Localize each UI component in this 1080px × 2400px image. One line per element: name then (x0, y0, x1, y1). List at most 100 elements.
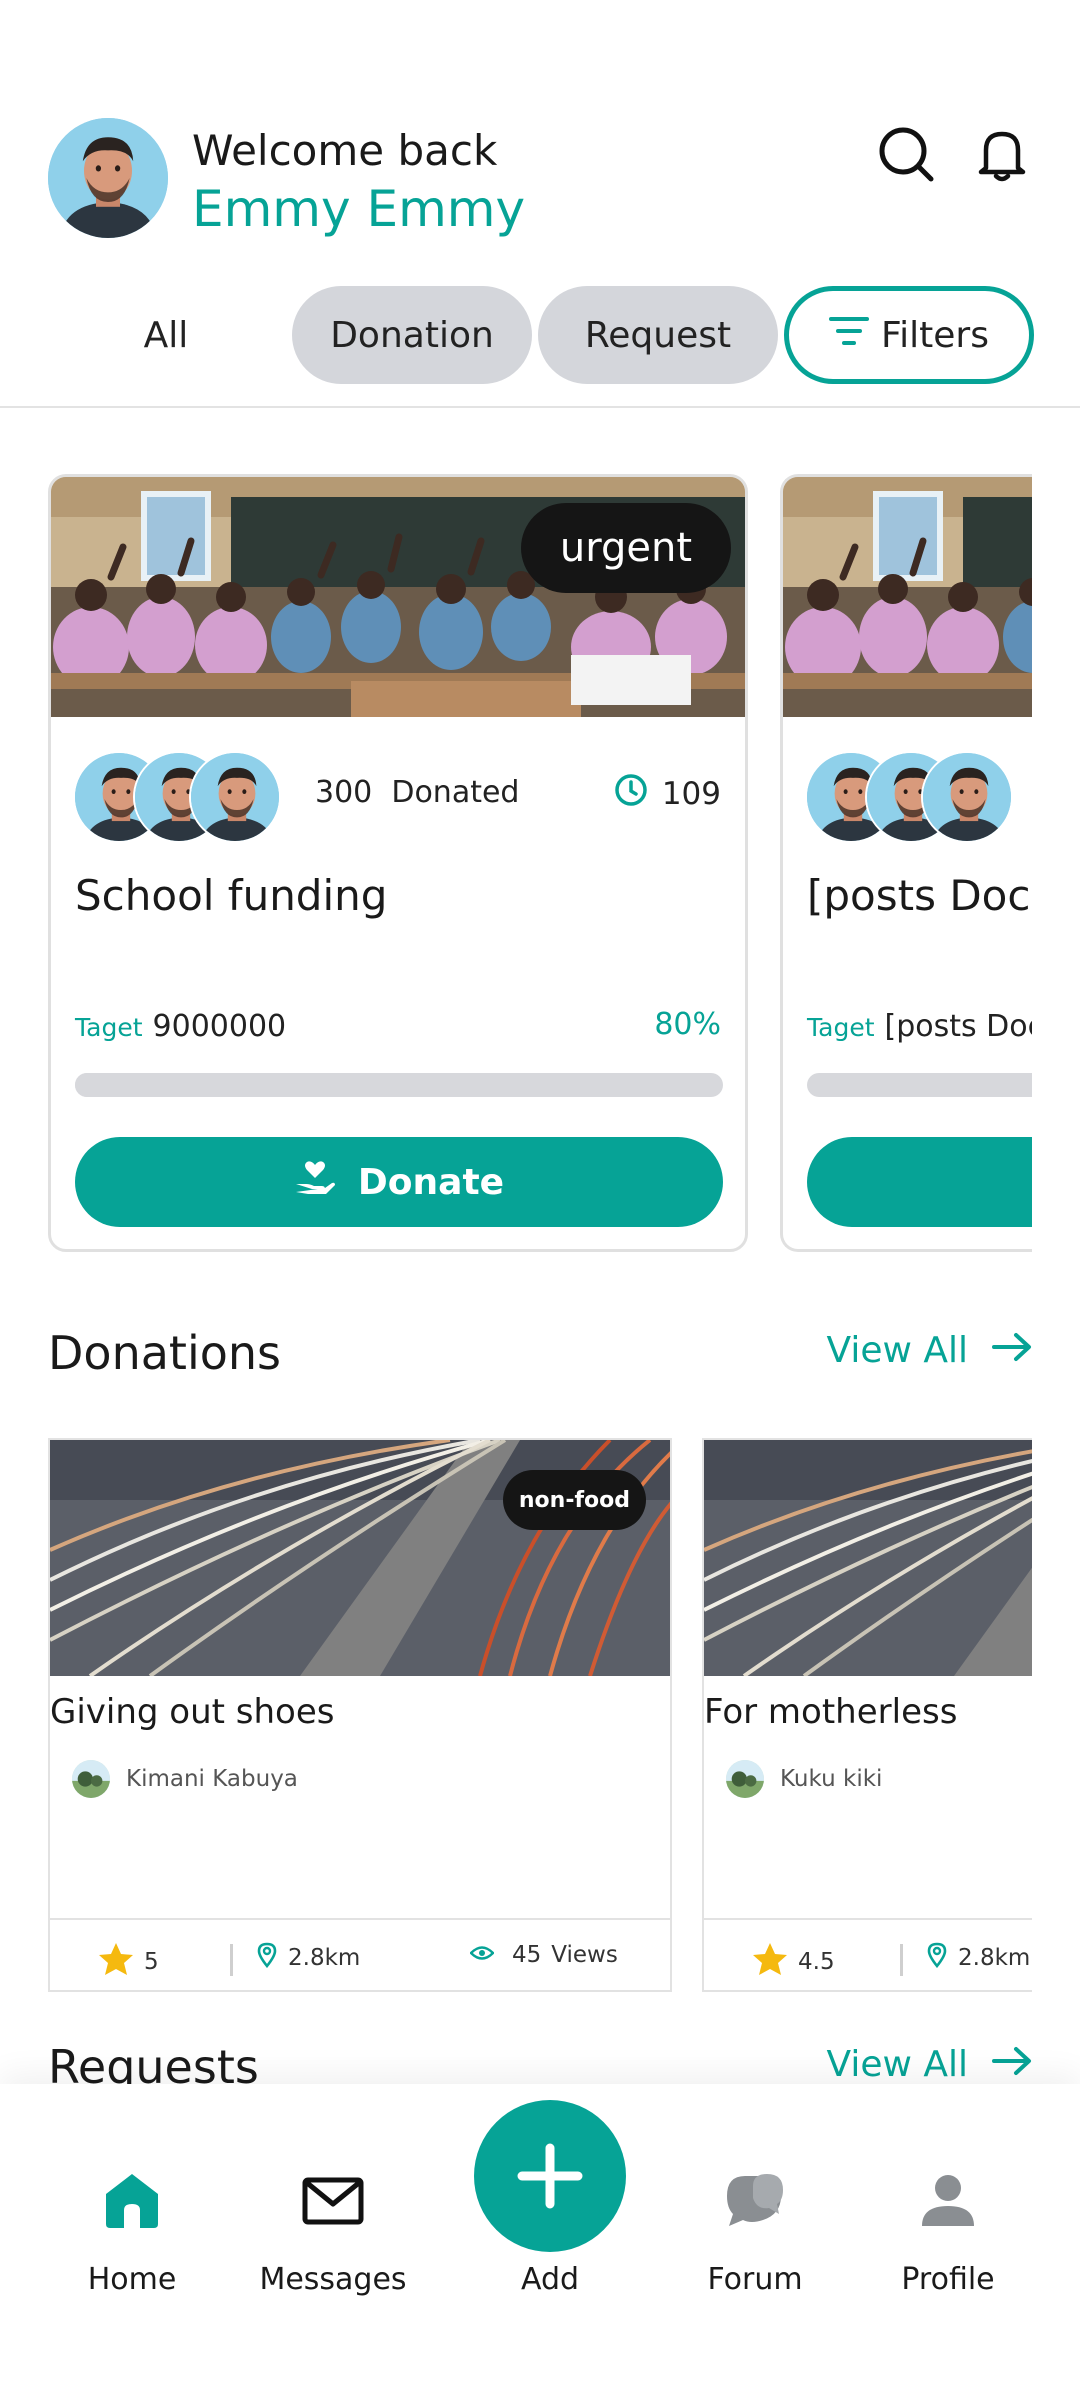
bottom-navigation: Home Messages Add Forum Profile (0, 2084, 1080, 2400)
donated-label: Donated (391, 775, 520, 810)
target-label: Taget (807, 1013, 875, 1042)
donate-button[interactable]: Donate (75, 1137, 723, 1227)
view-all-label: View All (826, 2044, 968, 2085)
distance-value: 2.8km (958, 1945, 1031, 1971)
location-pin-icon (926, 1942, 948, 1974)
donations-title: Donations (48, 1326, 281, 1380)
donor-avatar (726, 1760, 764, 1798)
donor-avatar (72, 1760, 110, 1798)
donation-title: For motherless (704, 1692, 958, 1732)
donation-stats: 4.5 2.8km (752, 1942, 1030, 1982)
campaign-title: School funding (75, 871, 388, 920)
target-value: 9000000 (152, 1009, 287, 1044)
requests-view-all[interactable]: View All (826, 2044, 1032, 2085)
campaign-card[interactable]: urgent 300 Donated 109 School funding Ta… (48, 474, 748, 1252)
donate-hand-icon (294, 1158, 336, 1207)
campaign-image (783, 477, 1032, 717)
stat-divider (230, 1944, 233, 1976)
rating: 5 (98, 1942, 159, 1982)
star-icon (752, 1942, 788, 1982)
welcome-text: Welcome back (192, 126, 498, 175)
category-tag: non-food (502, 1470, 646, 1530)
donate-label: Donate (357, 1161, 505, 1203)
donated-count: 300 (315, 775, 373, 810)
campaign-progress-bar (75, 1073, 723, 1097)
donation-card[interactable]: For motherless Kuku kiki 4.5 2.8km (702, 1438, 1032, 1992)
distance: 2.8km (926, 1942, 1030, 1974)
filter-tabs: All Donation Request Filters (48, 286, 1034, 384)
tab-donation[interactable]: Donation (292, 286, 532, 384)
envelope-icon (302, 2177, 364, 2225)
header: Welcome back Emmy Emmy (48, 118, 1032, 242)
days-left: 109 (614, 773, 721, 815)
campaign-percent: 80% (654, 1007, 721, 1042)
card-divider (50, 1918, 670, 1920)
arrow-right-icon (992, 2044, 1032, 2085)
add-button[interactable] (474, 2100, 626, 2252)
views-label: Views (551, 1942, 618, 1968)
donor-avatars (805, 751, 1025, 843)
donate-button[interactable] (807, 1137, 1032, 1227)
filters-button[interactable]: Filters (784, 286, 1034, 384)
donated-info: 300 Donated (315, 775, 519, 810)
person-icon (922, 2175, 974, 2226)
target-label: Taget (75, 1013, 143, 1042)
donations-view-all[interactable]: View All (826, 1330, 1032, 1371)
campaign-card[interactable]: [posts Docu Taget [posts Docu (780, 474, 1032, 1252)
nav-forum-label: Forum (707, 2262, 803, 2297)
nav-messages-label: Messages (259, 2262, 407, 2297)
chat-bubbles-icon (727, 2174, 783, 2226)
location-pin-icon (256, 1942, 278, 1974)
days-left-value: 109 (661, 776, 721, 812)
header-divider (0, 406, 1080, 408)
donor-name: Kuku kiki (780, 1766, 883, 1792)
home-icon (106, 2174, 158, 2228)
rating: 4.5 (752, 1942, 835, 1982)
donation-image (704, 1440, 1032, 1676)
donation-card[interactable]: non-food Giving out shoes Kimani Kabuya … (48, 1438, 672, 1992)
filters-label: Filters (881, 314, 989, 356)
urgent-badge: urgent (521, 503, 731, 593)
distance-value: 2.8km (288, 1945, 361, 1971)
nav-home[interactable]: Home (72, 2084, 192, 2400)
plus-icon (517, 2143, 583, 2209)
eye-icon (469, 1942, 495, 1968)
campaign-progress-bar (807, 1073, 1032, 1097)
tab-request[interactable]: Request (538, 286, 778, 384)
donation-stats: 5 2.8km 45 Views (98, 1942, 622, 1982)
donor-avatar (189, 751, 281, 843)
search-icon[interactable] (876, 124, 936, 184)
view-all-label: View All (826, 1330, 968, 1371)
views-count: 45 (512, 1942, 542, 1968)
campaign-target: Taget [posts Docu (807, 1009, 1032, 1044)
clock-icon (614, 773, 648, 815)
arrow-right-icon (992, 1330, 1032, 1371)
donor-info: Kimani Kabuya (72, 1760, 298, 1798)
distance: 2.8km (256, 1942, 360, 1974)
donor-info: Kuku kiki (726, 1760, 882, 1798)
user-name: Emmy Emmy (192, 180, 526, 238)
nav-forum[interactable]: Forum (700, 2084, 810, 2400)
nav-profile[interactable]: Profile (892, 2084, 1004, 2400)
donor-avatar (921, 751, 1013, 843)
nav-add[interactable]: Add (474, 2084, 626, 2400)
campaign-title: [posts Docu (807, 871, 1032, 920)
star-icon (98, 1942, 134, 1982)
filter-icon (829, 315, 870, 356)
nav-add-label: Add (520, 2262, 580, 2297)
tab-all[interactable]: All (48, 286, 284, 384)
donor-name: Kimani Kabuya (126, 1766, 298, 1792)
campaign-target: Taget 9000000 (75, 1009, 286, 1044)
donation-title: Giving out shoes (50, 1692, 335, 1732)
card-divider (704, 1918, 1032, 1920)
stat-divider (900, 1944, 903, 1976)
bell-icon[interactable] (972, 124, 1032, 184)
donations-header: Donations View All (48, 1326, 1032, 1386)
nav-profile-label: Profile (901, 2262, 995, 2297)
nav-home-label: Home (87, 2262, 177, 2297)
rating-value: 4.5 (798, 1949, 835, 1975)
nav-messages[interactable]: Messages (259, 2084, 407, 2400)
views: 45 Views (469, 1942, 618, 1968)
donor-avatars (73, 751, 293, 843)
user-avatar[interactable] (48, 118, 168, 238)
